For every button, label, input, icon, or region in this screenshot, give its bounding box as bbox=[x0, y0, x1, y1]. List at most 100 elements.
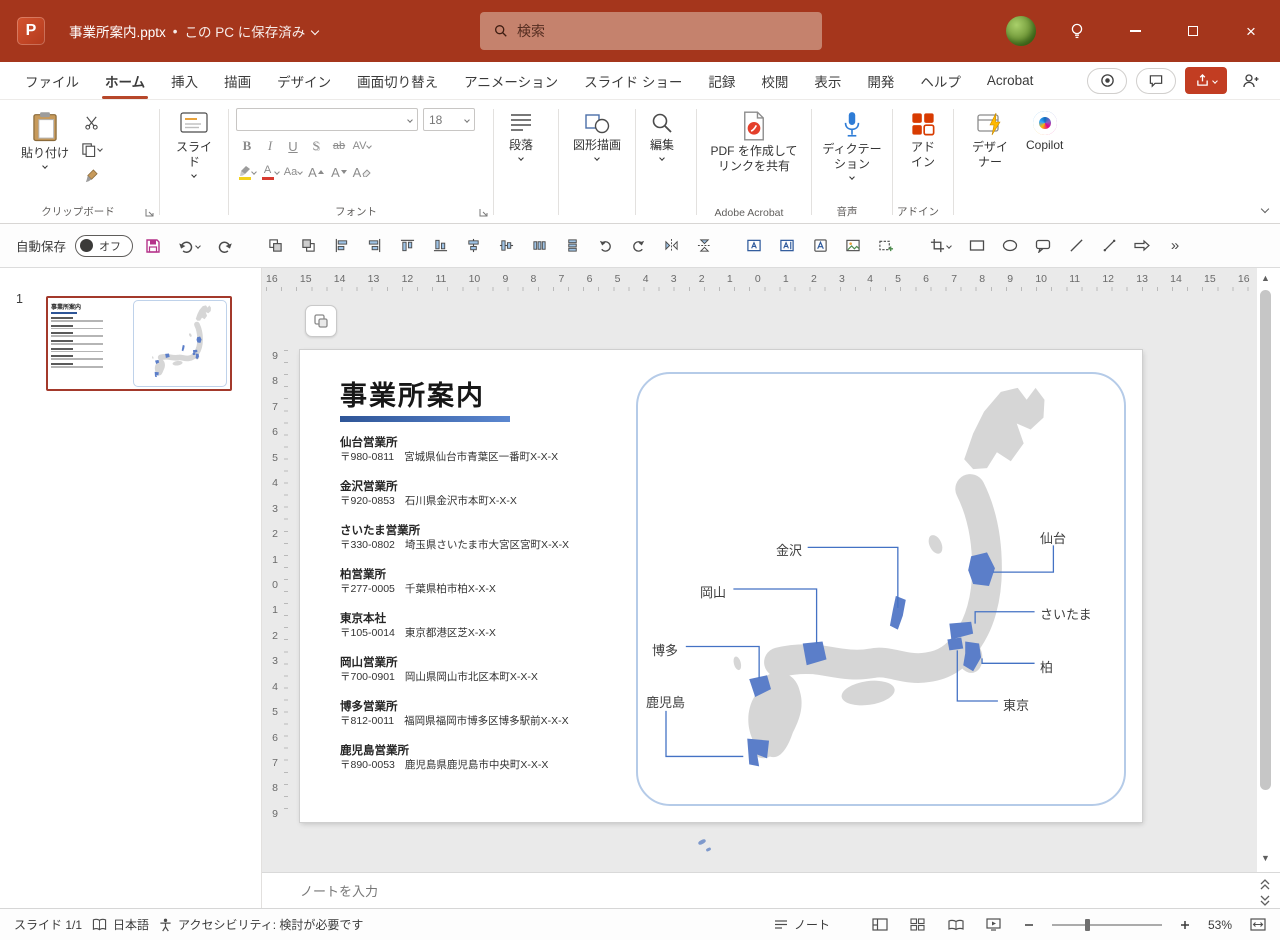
zoom-slider[interactable] bbox=[1051, 915, 1162, 935]
autosave-toggle[interactable]: オフ bbox=[75, 234, 134, 257]
language-button[interactable]: 日本語 bbox=[113, 916, 149, 933]
zoom-slider-thumb[interactable] bbox=[1084, 918, 1090, 931]
slide-sorter-view-button[interactable] bbox=[906, 914, 930, 936]
font-size-combobox[interactable]: 18 bbox=[423, 108, 475, 131]
record-button[interactable] bbox=[1087, 67, 1127, 94]
insert-picture-button[interactable] bbox=[840, 232, 866, 260]
zoom-in-button[interactable] bbox=[1176, 916, 1194, 934]
decrease-font-size-button[interactable]: A bbox=[328, 161, 350, 183]
comments-button[interactable] bbox=[1136, 67, 1176, 94]
tab-file[interactable]: ファイル bbox=[12, 62, 92, 99]
callout-shape-button[interactable] bbox=[1030, 232, 1056, 260]
create-pdf-button[interactable]: PDF を作成してリンクを共有 bbox=[704, 106, 804, 177]
fit-slide-to-window-button[interactable] bbox=[1246, 914, 1270, 936]
paste-text-button[interactable] bbox=[807, 232, 833, 260]
text-shadow-button[interactable]: S bbox=[305, 135, 327, 157]
maximize-button[interactable] bbox=[1164, 0, 1222, 62]
drawing-button[interactable]: 図形描画 bbox=[566, 106, 628, 163]
new-slide-button[interactable]: スライド bbox=[167, 106, 221, 180]
slideshow-view-button[interactable] bbox=[982, 914, 1006, 936]
collapse-ribbon-button[interactable] bbox=[1260, 200, 1270, 215]
designer-button[interactable]: デザイナー bbox=[961, 106, 1019, 173]
oval-shape-button[interactable] bbox=[997, 232, 1023, 260]
zoom-level-button[interactable]: 53% bbox=[1208, 918, 1232, 932]
scroll-up-button[interactable]: ▲ bbox=[1257, 270, 1274, 286]
tab-draw[interactable]: 描画 bbox=[211, 62, 264, 99]
tab-developer[interactable]: 開発 bbox=[854, 62, 907, 99]
previous-slide-button[interactable] bbox=[1256, 876, 1274, 892]
search-input[interactable]: 検索 bbox=[480, 12, 822, 50]
clipboard-dialog-launcher[interactable] bbox=[143, 206, 156, 219]
copilot-button[interactable]: Copilot bbox=[1019, 106, 1070, 156]
minimize-button[interactable] bbox=[1106, 0, 1164, 62]
character-spacing-button[interactable]: AV bbox=[351, 135, 373, 157]
lightbulb-icon[interactable] bbox=[1062, 16, 1092, 46]
slide-indicator[interactable]: スライド 1/1 bbox=[14, 916, 82, 933]
align-objects-right-button[interactable] bbox=[361, 232, 387, 260]
align-objects-top-button[interactable] bbox=[394, 232, 420, 260]
notes-pane[interactable]: ノートを入力 bbox=[262, 872, 1280, 908]
save-button[interactable] bbox=[140, 232, 166, 260]
slide-title[interactable]: 事業所案内 bbox=[340, 374, 485, 413]
align-center-horizontal-button[interactable] bbox=[460, 232, 486, 260]
diagonal-line-shape-button[interactable] bbox=[1096, 232, 1122, 260]
tab-view[interactable]: 表示 bbox=[801, 62, 854, 99]
document-title[interactable]: 事業所案内.pptx • この PC に保存済み bbox=[69, 21, 320, 41]
font-color-button[interactable]: A bbox=[259, 161, 281, 183]
japan-map-object[interactable]: 金沢 岡山 博多 鹿児島 仙台 さいたま 柏 東京 bbox=[636, 372, 1126, 806]
flip-horizontal-button[interactable] bbox=[658, 232, 684, 260]
align-objects-left-button[interactable] bbox=[328, 232, 354, 260]
notes-toggle-button[interactable]: ノート bbox=[774, 916, 830, 933]
text-box-button[interactable] bbox=[741, 232, 767, 260]
change-case-button[interactable]: Aa bbox=[282, 161, 304, 183]
editing-button[interactable]: 編集 bbox=[643, 106, 681, 163]
insert-screenshot-button[interactable] bbox=[873, 232, 899, 260]
next-slide-button[interactable] bbox=[1256, 892, 1274, 908]
reading-view-button[interactable] bbox=[944, 914, 968, 936]
paragraph-button[interactable]: 段落 bbox=[501, 106, 541, 163]
undo-button[interactable] bbox=[173, 232, 205, 260]
rectangle-shape-button[interactable] bbox=[964, 232, 990, 260]
tab-review[interactable]: 校閲 bbox=[748, 62, 801, 99]
powerpoint-app-icon[interactable]: P bbox=[17, 17, 45, 45]
close-button[interactable]: × bbox=[1222, 0, 1280, 62]
office-list[interactable]: 仙台営業所 〒980-0811 宮城県仙台市青葉区一番町X-X-X 金沢営業所 〒… bbox=[340, 436, 630, 788]
zoom-out-button[interactable] bbox=[1020, 916, 1038, 934]
dictation-button[interactable]: ディクテーション bbox=[819, 106, 885, 182]
scrollbar-thumb[interactable] bbox=[1260, 290, 1271, 790]
more-commands-button[interactable]: » bbox=[1162, 232, 1188, 260]
tab-home[interactable]: ホーム bbox=[92, 62, 158, 99]
scroll-down-button[interactable]: ▼ bbox=[1257, 850, 1274, 866]
clear-formatting-button[interactable]: A bbox=[351, 161, 373, 183]
floating-options-button[interactable] bbox=[305, 305, 337, 337]
arrow-shape-button[interactable] bbox=[1129, 232, 1155, 260]
people-button[interactable] bbox=[1236, 67, 1266, 94]
align-objects-bottom-button[interactable] bbox=[427, 232, 453, 260]
vertical-text-box-button[interactable] bbox=[774, 232, 800, 260]
format-painter-button[interactable] bbox=[78, 164, 104, 188]
increase-font-size-button[interactable]: A bbox=[305, 161, 327, 183]
line-shape-button[interactable] bbox=[1063, 232, 1089, 260]
rotate-left-button[interactable] bbox=[592, 232, 618, 260]
highlight-color-button[interactable] bbox=[236, 161, 258, 183]
tab-design[interactable]: デザイン bbox=[264, 62, 344, 99]
tab-animations[interactable]: アニメーション bbox=[451, 62, 571, 99]
bring-forward-button[interactable] bbox=[262, 232, 288, 260]
font-name-combobox[interactable] bbox=[236, 108, 418, 131]
strikethrough-button[interactable]: ab bbox=[328, 135, 350, 157]
cut-button[interactable] bbox=[78, 110, 104, 134]
distribute-vertical-button[interactable] bbox=[559, 232, 585, 260]
paste-button[interactable]: 貼り付け bbox=[14, 106, 76, 171]
align-middle-vertical-button[interactable] bbox=[493, 232, 519, 260]
slide-canvas[interactable]: 事業所案内 仙台営業所 〒980-0811 宮城県仙台市青葉区一番町X-X-X 金… bbox=[300, 350, 1142, 822]
spell-check-button[interactable] bbox=[92, 918, 107, 932]
share-button[interactable] bbox=[1185, 67, 1227, 94]
italic-button[interactable]: I bbox=[259, 135, 281, 157]
font-dialog-launcher[interactable] bbox=[477, 206, 490, 219]
copy-button[interactable] bbox=[78, 137, 104, 161]
normal-view-button[interactable] bbox=[868, 914, 892, 936]
distribute-horizontal-button[interactable] bbox=[526, 232, 552, 260]
user-avatar[interactable] bbox=[1006, 16, 1036, 46]
tab-insert[interactable]: 挿入 bbox=[158, 62, 211, 99]
underline-button[interactable]: U bbox=[282, 135, 304, 157]
